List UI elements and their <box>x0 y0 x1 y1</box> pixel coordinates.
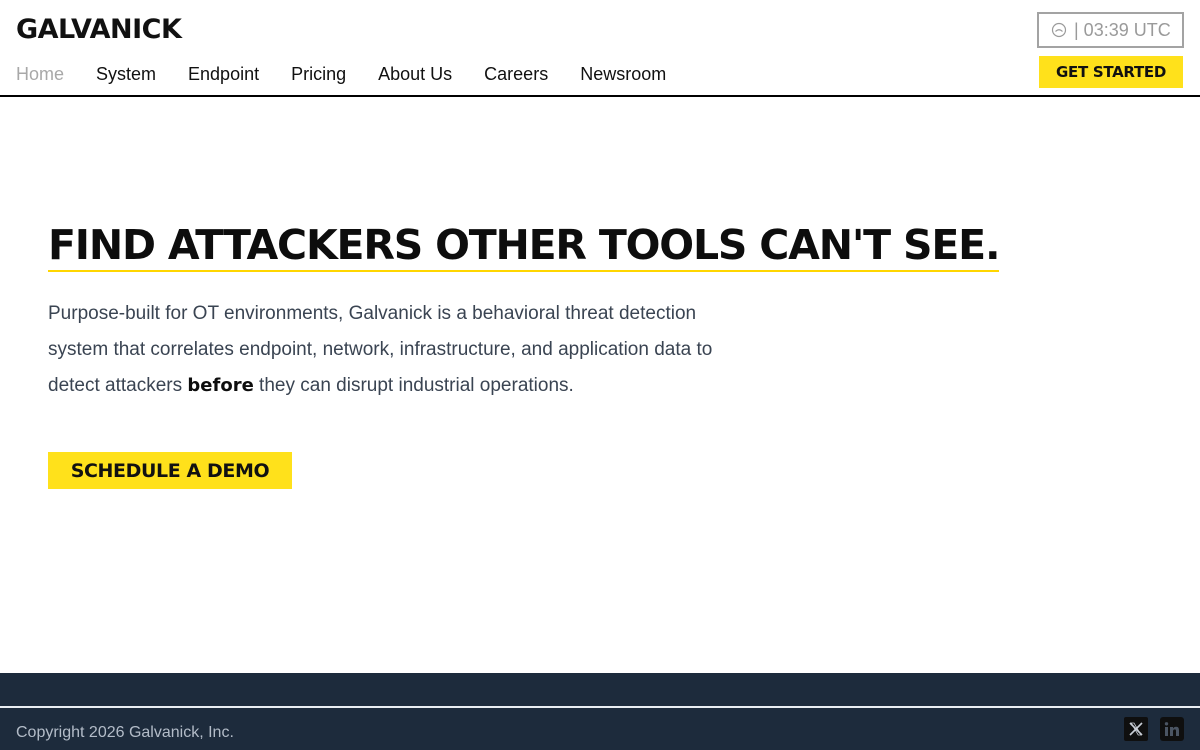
linkedin-icon[interactable] <box>1160 717 1184 741</box>
nav-careers[interactable]: Careers <box>484 63 548 85</box>
get-started-button[interactable]: GET STARTED <box>1039 56 1183 88</box>
hero-text-after: they can disrupt industrial operations. <box>253 375 574 396</box>
main-nav: Home System Endpoint Pricing About Us Ca… <box>16 63 698 85</box>
footer-band <box>0 673 1200 706</box>
nav-newsroom[interactable]: Newsroom <box>580 63 666 85</box>
copyright-text: Copyright 2026 Galvanick, Inc. <box>16 724 234 741</box>
x-icon[interactable] <box>1124 717 1148 741</box>
hero-text-bold: before <box>187 375 254 396</box>
utc-clock: | 03:39 UTC <box>1037 12 1184 48</box>
clock-icon <box>1051 22 1067 38</box>
nav-endpoint[interactable]: Endpoint <box>188 63 259 85</box>
hero-description: Purpose-built for OT environments, Galva… <box>48 296 748 404</box>
nav-pricing[interactable]: Pricing <box>291 63 346 85</box>
nav-system[interactable]: System <box>96 63 156 85</box>
clock-text: | 03:39 UTC <box>1074 19 1171 40</box>
site-header: GALVANICK Home System Endpoint Pricing A… <box>0 0 1200 97</box>
brand-logo[interactable]: GALVANICK <box>16 14 182 45</box>
site-footer: Copyright 2026 Galvanick, Inc. <box>0 708 1200 750</box>
hero-title: FIND ATTACKERS OTHER TOOLS CAN'T SEE. <box>48 222 1001 272</box>
nav-home[interactable]: Home <box>16 63 64 85</box>
schedule-demo-button[interactable]: SCHEDULE A DEMO <box>48 452 292 489</box>
nav-about-us[interactable]: About Us <box>378 63 452 85</box>
